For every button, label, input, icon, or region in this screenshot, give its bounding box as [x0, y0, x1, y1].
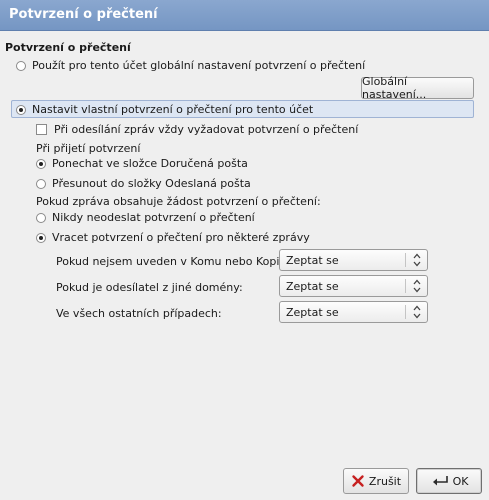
- updown-arrows-icon: [413, 279, 421, 293]
- always-request-checkbox[interactable]: Při odesílání zpráv vždy vyžadovat potvr…: [36, 123, 358, 136]
- combo-separator: [405, 253, 406, 267]
- ok-button[interactable]: OK: [416, 468, 482, 494]
- always-request-label: Při odesílání zpráv vždy vyžadovat potvr…: [54, 123, 359, 136]
- all-other-cases-select[interactable]: Zeptat se: [279, 301, 428, 323]
- cancel-x-icon: [352, 475, 364, 487]
- keep-inbox-label: Ponechat ve složce Doručená pošta: [52, 157, 248, 170]
- all-other-cases-label: Ve všech ostatních případech:: [56, 307, 222, 320]
- move-sent-radio[interactable]: Přesunout do složky Odeslaná pošta: [36, 177, 251, 190]
- move-sent-label: Přesunout do složky Odeslaná pošta: [52, 177, 251, 190]
- custom-label: Nastavit vlastní potvrzení o přečtení pr…: [32, 103, 314, 116]
- updown-arrows-icon: [413, 305, 421, 319]
- ok-label: OK: [452, 474, 469, 488]
- checkbox-indicator: [36, 124, 47, 135]
- updown-arrows-icon: [413, 253, 421, 267]
- ok-arrow-icon: [432, 476, 448, 486]
- custom-radio[interactable]: Nastavit vlastní potvrzení o přečtení pr…: [16, 103, 313, 116]
- window-title-bar: Potvrzení o přečtení: [0, 0, 489, 31]
- radio-indicator: [36, 158, 46, 169]
- other-domain-label: Pokud je odesílatel z jiné domény:: [56, 281, 243, 294]
- other-domain-select[interactable]: Zeptat se: [279, 275, 428, 297]
- never-send-label: Nikdy neodeslat potvrzení o přečtení: [52, 211, 255, 224]
- other-domain-value: Zeptat se: [286, 279, 339, 293]
- radio-indicator: [36, 178, 46, 189]
- allow-some-radio[interactable]: Vracet potvrzení o přečtení pro některé …: [36, 231, 310, 244]
- combo-separator: [405, 305, 406, 319]
- radio-indicator: [36, 212, 46, 223]
- not-in-to-cc-select[interactable]: Zeptat se: [279, 249, 428, 271]
- window-title: Potvrzení o přečtení: [9, 7, 158, 22]
- allow-some-label: Vracet potvrzení o přečtení pro některé …: [52, 231, 310, 244]
- use-global-label: Použít pro tento účet globální nastavení…: [32, 59, 366, 72]
- not-in-to-cc-value: Zeptat se: [286, 253, 339, 267]
- never-send-radio[interactable]: Nikdy neodeslat potvrzení o přečtení: [36, 211, 255, 224]
- radio-indicator: [36, 232, 46, 243]
- all-other-cases-value: Zeptat se: [286, 305, 339, 319]
- radio-indicator: [16, 60, 26, 71]
- cancel-label: Zrušit: [368, 474, 402, 488]
- global-settings-button[interactable]: Globální nastavení...: [361, 75, 474, 101]
- not-in-to-cc-label: Pokud nejsem uveden v Komu nebo Kopie:: [56, 255, 290, 268]
- cancel-button[interactable]: Zrušit: [343, 468, 409, 494]
- when-request-label: Pokud zpráva obsahuje žádost potvrzení o…: [36, 195, 321, 208]
- section-heading: Potvrzení o přečtení: [5, 41, 131, 54]
- keep-inbox-radio[interactable]: Ponechat ve složce Doručená pošta: [36, 157, 248, 170]
- radio-indicator: [16, 104, 26, 115]
- use-global-radio[interactable]: Použít pro tento účet globální nastavení…: [16, 59, 365, 72]
- on-receive-label: Při přijetí potvrzení: [36, 142, 141, 155]
- combo-separator: [405, 279, 406, 293]
